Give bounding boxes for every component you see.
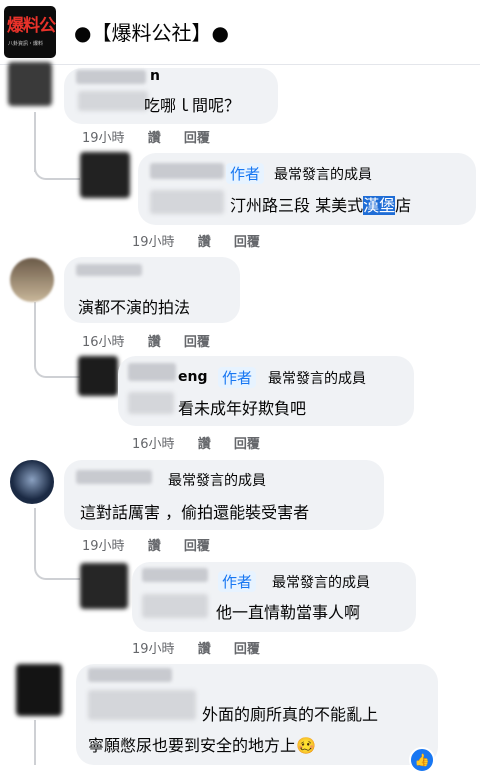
like-button[interactable]: 讚 — [198, 642, 211, 657]
top-member-badge: 最常發言的成員 — [274, 167, 372, 183]
avatar[interactable] — [78, 356, 118, 396]
reply-button[interactable]: 回覆 — [234, 235, 260, 250]
thread-line — [34, 720, 36, 765]
thread-connector — [34, 330, 80, 378]
avatar[interactable] — [10, 258, 54, 302]
avatar[interactable] — [16, 664, 62, 716]
reply-meta: 19小時 讚 回覆 — [132, 231, 279, 250]
group-title[interactable]: ●【爆料公社】● — [74, 17, 229, 46]
top-member-badge: 最常發言的成員 — [268, 371, 366, 387]
commenter-name[interactable] — [142, 568, 208, 582]
redacted-text — [150, 190, 224, 214]
group-header: 爆料公 八卦資訊・爆料 ●【爆料公社】● — [0, 0, 480, 65]
reply-meta: 16小時 讚 回覆 — [132, 433, 279, 452]
woozy-face-emoji: 🥴 — [296, 736, 316, 755]
reply-button[interactable]: 回覆 — [184, 335, 210, 350]
reply-meta: 19小時 讚 回覆 — [132, 638, 279, 657]
commenter-name[interactable] — [88, 668, 172, 682]
comment-text-line: 外面的廁所真的不能亂上 — [202, 705, 379, 724]
comment-meta: 19小時 讚 回覆 — [82, 127, 229, 146]
like-button[interactable]: 讚 — [148, 131, 161, 146]
comment-meta: 16小時 讚 回覆 — [82, 331, 229, 350]
group-logo-subtext: 八卦資訊・爆料 — [8, 41, 44, 47]
avatar[interactable] — [8, 62, 52, 106]
reply-button[interactable]: 回覆 — [234, 642, 260, 657]
like-icon[interactable]: 👍 — [409, 747, 435, 773]
group-logo-text: 爆料公 — [7, 16, 56, 36]
redacted-text — [88, 690, 196, 720]
top-member-badge: 最常發言的成員 — [272, 575, 370, 591]
thread-connector — [34, 530, 80, 580]
group-logo[interactable]: 爆料公 八卦資訊・爆料 — [4, 6, 56, 58]
commenter-name[interactable] — [128, 363, 176, 381]
like-button[interactable]: 讚 — [198, 437, 211, 452]
avatar[interactable] — [10, 460, 54, 504]
top-member-badge: 最常發言的成員 — [168, 473, 266, 489]
comment-time[interactable]: 19小時 — [82, 539, 125, 554]
redacted-text — [142, 594, 208, 618]
reply-text: 他一直情勒當事人啊 — [216, 603, 361, 622]
commenter-name-tail[interactable]: eng — [178, 369, 207, 385]
avatar[interactable] — [80, 563, 128, 609]
comment-time[interactable]: 19小時 — [82, 131, 125, 146]
reply-text: 汀州路三段 某美式漢堡店 — [230, 192, 411, 216]
comment-text-part: 寧願憋尿也要到安全的地方上 — [88, 736, 297, 755]
like-button[interactable]: 讚 — [198, 235, 211, 250]
reply-text: 看未成年好欺負吧 — [178, 399, 307, 418]
redacted-text — [128, 392, 174, 414]
commenter-name[interactable] — [76, 264, 142, 276]
commenter-name[interactable] — [76, 470, 152, 484]
avatar[interactable] — [80, 152, 130, 198]
comment-text: 吃哪ｌ間呢？ — [144, 96, 241, 115]
redacted-text — [78, 91, 148, 111]
author-badge: 作者 — [218, 571, 257, 592]
reply-button[interactable]: 回覆 — [184, 539, 210, 554]
comment-time[interactable]: 16小時 — [82, 335, 125, 350]
comment-text: 這對話厲害 ，偷拍還能裝受害者 — [80, 503, 310, 522]
reply-time[interactable]: 16小時 — [132, 437, 175, 452]
commenter-name-tail[interactable]: n — [150, 68, 160, 84]
reply-text-part: 汀州路三段 某美式 — [230, 196, 364, 215]
comment-text: 演都不演的拍法 — [78, 298, 191, 317]
like-button[interactable]: 讚 — [148, 539, 161, 554]
reply-button[interactable]: 回覆 — [184, 131, 210, 146]
reply-button[interactable]: 回覆 — [234, 437, 260, 452]
reply-text-part: 店 — [395, 196, 412, 215]
like-button[interactable]: 讚 — [148, 335, 161, 350]
reply-time[interactable]: 19小時 — [132, 642, 175, 657]
commenter-name[interactable] — [150, 163, 224, 179]
reply-time[interactable]: 19小時 — [132, 235, 175, 250]
comment-meta: 19小時 讚 回覆 — [82, 535, 229, 554]
commenter-name[interactable] — [76, 70, 146, 84]
comment-text-line: 寧願憋尿也要到安全的地方上🥴 — [88, 732, 316, 756]
highlighted-text: 漢堡 — [363, 196, 396, 215]
thread-connector — [34, 130, 80, 180]
author-badge: 作者 — [226, 163, 265, 184]
author-badge: 作者 — [218, 367, 257, 388]
